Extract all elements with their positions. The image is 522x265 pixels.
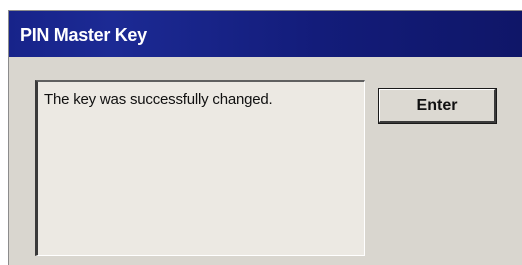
dialog-window: PIN Master Key The key was successfully … bbox=[8, 10, 522, 265]
message-area: The key was successfully changed. bbox=[35, 80, 365, 256]
title-bar[interactable]: PIN Master Key bbox=[9, 11, 522, 57]
enter-button[interactable]: Enter bbox=[378, 88, 497, 124]
window-title: PIN Master Key bbox=[20, 25, 147, 45]
status-message: The key was successfully changed. bbox=[44, 91, 273, 108]
